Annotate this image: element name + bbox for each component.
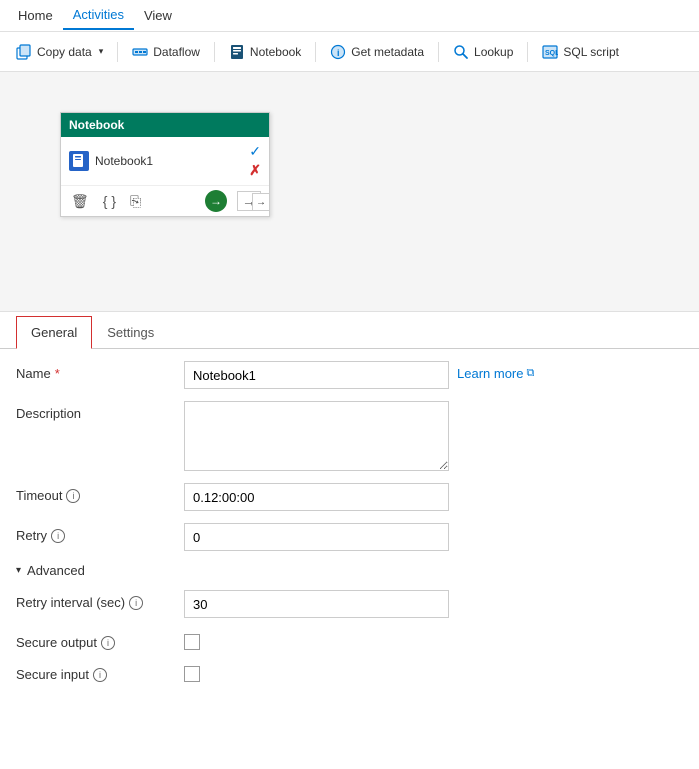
secure-input-checkbox[interactable] xyxy=(184,666,200,682)
node-body: Notebook1 ✓ ✗ xyxy=(61,137,269,185)
dataflow-label: Dataflow xyxy=(153,45,200,59)
node-run-btn[interactable]: → xyxy=(205,190,227,212)
timeout-label: Timeout i xyxy=(16,483,176,503)
toolbar-sep-2 xyxy=(214,42,215,62)
menu-activities[interactable]: Activities xyxy=(63,1,134,30)
node-collapse-btn[interactable]: → xyxy=(252,193,270,211)
get-metadata-button[interactable]: i Get metadata xyxy=(322,40,432,64)
retry-interval-input[interactable] xyxy=(184,590,449,618)
copy-data-dropdown-icon: ▾ xyxy=(99,46,104,57)
menu-bar: Home Activities View xyxy=(0,0,699,32)
timeout-row: Timeout i xyxy=(16,483,683,511)
node-checks: ✓ ✗ xyxy=(249,143,261,179)
retry-input[interactable] xyxy=(184,523,449,551)
get-metadata-label: Get metadata xyxy=(351,45,424,59)
sql-script-label: SQL script xyxy=(563,45,619,59)
name-row: Name * Learn more ⧉ xyxy=(16,361,683,389)
node-delete-btn[interactable]: 🗑 xyxy=(69,191,91,212)
toolbar: Copy data ▾ Dataflow Notebook i Get meta… xyxy=(0,32,699,72)
advanced-chevron-icon: ▾ xyxy=(16,565,21,576)
form-area: Name * Learn more ⧉ Description Timeout … xyxy=(0,349,699,706)
notebook-label: Notebook xyxy=(250,45,301,59)
sql-script-button[interactable]: SQL SQL script xyxy=(534,40,627,64)
name-required-star: * xyxy=(55,366,60,381)
dataflow-icon xyxy=(132,44,148,60)
node-notebook-icon xyxy=(69,151,89,171)
secure-output-info-icon[interactable]: i xyxy=(101,636,115,650)
bottom-panel: General Settings Name * Learn more ⧉ Des… xyxy=(0,316,699,706)
name-input[interactable] xyxy=(184,361,449,389)
node-x-icon: ✗ xyxy=(249,162,261,179)
node-title: Notebook xyxy=(69,118,124,132)
node-footer: 🗑 { } ⎘ → → xyxy=(61,185,269,216)
toolbar-sep-4 xyxy=(438,42,439,62)
description-label: Description xyxy=(16,401,176,421)
secure-output-row: Secure output i xyxy=(16,630,683,650)
dataflow-button[interactable]: Dataflow xyxy=(124,40,208,64)
toolbar-sep-5 xyxy=(527,42,528,62)
copy-data-button[interactable]: Copy data ▾ xyxy=(8,40,111,64)
node-item: Notebook1 xyxy=(69,151,153,171)
learn-more-link[interactable]: Learn more ⧉ xyxy=(457,361,534,381)
toolbar-sep-3 xyxy=(315,42,316,62)
tab-bar: General Settings xyxy=(0,316,699,349)
retry-interval-row: Retry interval (sec) i xyxy=(16,590,683,618)
retry-interval-info-icon[interactable]: i xyxy=(129,596,143,610)
toolbar-sep-1 xyxy=(117,42,118,62)
learn-more-icon: ⧉ xyxy=(526,367,534,380)
node-code-btn[interactable]: { } xyxy=(101,191,118,211)
copy-data-label: Copy data xyxy=(37,45,92,59)
lookup-icon xyxy=(453,44,469,60)
description-row: Description xyxy=(16,401,683,471)
svg-text:SQL: SQL xyxy=(545,50,558,57)
node-header: Notebook xyxy=(61,113,269,137)
notebook-button[interactable]: Notebook xyxy=(221,40,309,64)
sql-script-icon: SQL xyxy=(542,44,558,60)
node-item-label: Notebook1 xyxy=(95,154,153,168)
timeout-input[interactable] xyxy=(184,483,449,511)
notebook-icon xyxy=(229,44,245,60)
secure-input-info-icon[interactable]: i xyxy=(93,668,107,682)
tab-general[interactable]: General xyxy=(16,316,92,349)
copy-data-icon xyxy=(16,44,32,60)
notebook-node[interactable]: Notebook Notebook1 ✓ ✗ 🗑 { } ⎘ → → → xyxy=(60,112,270,217)
secure-input-row: Secure input i xyxy=(16,662,683,682)
node-copy-btn[interactable]: ⎘ xyxy=(128,191,143,212)
secure-output-checkbox-wrapper xyxy=(184,630,200,650)
lookup-label: Lookup xyxy=(474,45,513,59)
secure-input-checkbox-wrapper xyxy=(184,662,200,682)
name-label: Name * xyxy=(16,361,176,381)
description-textarea[interactable] xyxy=(184,401,449,471)
secure-input-label: Secure input i xyxy=(16,662,176,682)
menu-home[interactable]: Home xyxy=(8,2,63,29)
get-metadata-icon: i xyxy=(330,44,346,60)
lookup-button[interactable]: Lookup xyxy=(445,40,521,64)
tab-settings[interactable]: Settings xyxy=(92,316,169,349)
svg-text:i: i xyxy=(337,48,340,58)
advanced-toggle[interactable]: ▾ Advanced xyxy=(16,563,683,578)
retry-interval-label: Retry interval (sec) i xyxy=(16,590,176,610)
retry-info-icon[interactable]: i xyxy=(51,529,65,543)
retry-label: Retry i xyxy=(16,523,176,543)
timeout-info-icon[interactable]: i xyxy=(66,489,80,503)
secure-output-checkbox[interactable] xyxy=(184,634,200,650)
retry-row: Retry i xyxy=(16,523,683,551)
canvas-area: Notebook Notebook1 ✓ ✗ 🗑 { } ⎘ → → → xyxy=(0,72,699,312)
menu-view[interactable]: View xyxy=(134,2,182,29)
node-check-icon: ✓ xyxy=(249,143,261,160)
secure-output-label: Secure output i xyxy=(16,630,176,650)
